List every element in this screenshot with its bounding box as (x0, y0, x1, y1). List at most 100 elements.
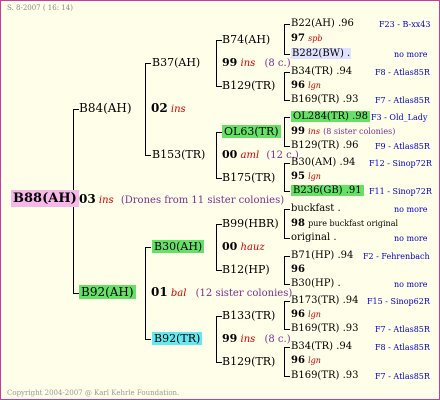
gen4-5-top-origin: no more (394, 205, 428, 214)
gen4-8-num: 96 (291, 355, 305, 366)
gen4-8-top-origin: F8 - Atlas85R (375, 343, 430, 352)
gen3-1-num: 99 (222, 56, 238, 69)
gen2-4-num: 99 (222, 332, 238, 345)
gen4-3-bot[interactable]: B129(TR) .96 (291, 139, 359, 152)
gen3-3-info: 00 aml (12 c.) (222, 148, 299, 162)
gen4-1-bot[interactable]: B282(BW) . (291, 47, 352, 60)
gen4-7-bot[interactable]: B169(TR) .93 (291, 322, 359, 335)
gen4-5-num: 98 (291, 218, 305, 229)
gen4-4-mark: lgn (308, 172, 321, 181)
gen4-1-top[interactable]: B22(AH) .96 (291, 17, 354, 30)
gen3-6-label: B12(HP) (222, 263, 270, 276)
gen4-6-top-origin: F2 - Fehrenbach (363, 252, 430, 261)
gen4-2-mark: lgn (308, 81, 321, 90)
gen2-node-4[interactable]: B92(TR) (152, 332, 203, 345)
gen4-8-top-label: B34(TR) .94 (291, 341, 353, 352)
gen4-5-top[interactable]: buckfast . (291, 202, 341, 215)
gen4-2-top[interactable]: B34(TR) .94 (291, 65, 352, 78)
pedigree-chart: S. 8-2007 ( 16: 14) B88(AH) 03 ins (Dron… (0, 0, 440, 400)
gen4-2-top-label: B34(TR) .94 (291, 66, 353, 77)
gen2-1-label: B37(AH) (152, 56, 201, 69)
gen4-2-bot-origin: F7 - Atlas85R (375, 96, 430, 105)
gen4-7-top[interactable]: B173(TR) .94 (291, 294, 359, 307)
gen4-8-bot[interactable]: B169(TR) .93 (291, 369, 359, 382)
gen3-node-3[interactable]: OL63(TR) (222, 125, 281, 138)
gen4-4-top-label: B30(AM) .94 (291, 157, 356, 168)
gen4-1-top-origin: F23 - B-xx43 (379, 20, 431, 29)
gen2-4-info: 99 ins (8 c.) (222, 332, 291, 346)
gen4-4-info: 95 lgn (291, 170, 321, 183)
copyright-footer: Copyright 2004-2007 @ Karl Kehrle Founda… (7, 389, 180, 397)
gen4-4-top-origin: F12 - Sinop72R (369, 159, 432, 168)
gen4-3-num: 99 (291, 126, 305, 137)
gen4-7-mark: lgn (308, 310, 321, 319)
gen2-node-3[interactable]: B30(AH) (152, 240, 205, 253)
gen4-1-bot-label: B282(BW) . (291, 48, 352, 59)
gen4-2-info: 96 lgn (291, 79, 321, 92)
gen3-node-4[interactable]: B175(TR) (222, 171, 275, 184)
gen4-7-top-label: B173(TR) .94 (291, 295, 359, 306)
root-num: 03 (79, 192, 96, 206)
gen4-5-top-label: buckfast . (291, 203, 341, 214)
gen3-1-label: B74(AH) (222, 33, 271, 46)
gen4-2-bot[interactable]: B169(TR) .93 (291, 93, 359, 106)
gen2-3-mark: hauz (240, 242, 265, 253)
gen4-5-bot[interactable]: original . (291, 231, 337, 244)
gen4-2-top-origin: F8 - Atlas85R (375, 68, 430, 77)
gen3-node-2[interactable]: B129(TR) (222, 79, 275, 92)
gen4-5-bot-origin: no more (394, 234, 428, 243)
gen4-7-top-origin: F15 - Sinop62R (367, 297, 430, 306)
gen3-3-label: OL63(TR) (222, 125, 281, 138)
gen4-4-bot-label: B236(GB) .91 (291, 185, 364, 196)
gen4-8-mark: lgn (308, 356, 321, 365)
gen4-6-info: 96 (291, 263, 305, 276)
gen3-2-label: B129(TR) (222, 79, 276, 92)
gen2-4-label: B92(TR) (152, 332, 203, 345)
gen2-3-num: 00 (222, 240, 238, 253)
gen2-node-2[interactable]: B153(TR) (152, 148, 205, 161)
root-info: 03 ins (Drones from 11 sister colonies) (79, 193, 284, 207)
gen1-a-mark: ins (170, 104, 186, 115)
gen3-3-mark: aml (240, 150, 260, 161)
gen4-7-num: 96 (291, 309, 305, 320)
gen3-4-label: B175(TR) (222, 171, 276, 184)
gen4-3-mark: ins (308, 127, 320, 136)
gen4-4-bot[interactable]: B236(GB) .91 (291, 184, 364, 197)
gen4-6-top[interactable]: B71(HP) .94 (291, 249, 353, 262)
gen4-8-top[interactable]: B34(TR) .94 (291, 340, 352, 353)
gen4-2-bot-label: B169(TR) .93 (291, 94, 359, 105)
gen4-5-note: pure buckfast original (308, 219, 399, 228)
gen3-node-8[interactable]: B129(TR) (222, 355, 275, 368)
gen3-node-1[interactable]: B74(AH) (222, 33, 270, 46)
gen4-8-bot-label: B169(TR) .93 (291, 370, 359, 381)
gen4-3-bot-label: B129(TR) .96 (291, 140, 359, 151)
root-node[interactable]: B88(AH) (11, 190, 79, 207)
gen1-b-mark: bal (170, 288, 187, 299)
gen1-a-info: 02 ins (151, 102, 186, 116)
gen3-node-7[interactable]: B133(TR) (222, 309, 275, 322)
gen2-node-1[interactable]: B37(AH) (152, 56, 200, 69)
gen2-3-info: 00 hauz (222, 240, 265, 254)
gen4-3-info: 99 ins (8 sister colonies) (291, 125, 395, 138)
gen3-5-label: B99(HBR) (222, 217, 279, 230)
gen4-6-bot[interactable]: B30(HP) . (291, 277, 341, 290)
gen4-1-bot-origin: no more (394, 50, 428, 59)
gen4-3-top-label: OL284(TR) .98 (291, 111, 371, 122)
gen4-8-bot-origin: F7 - Atlas85R (375, 372, 430, 381)
gen2-2-label: B153(TR) (152, 148, 206, 161)
gen1-node-b[interactable]: B92(AH) (79, 285, 136, 299)
gen3-node-5[interactable]: B99(HBR) (222, 217, 279, 230)
gen3-1-note: (8 c.) (264, 58, 291, 69)
gen4-5-info: 98 pure buckfast original (291, 217, 398, 230)
gen4-1-top-label: B22(AH) .96 (291, 18, 354, 29)
gen4-6-bot-origin: no more (394, 280, 428, 289)
gen3-7-label: B133(TR) (222, 309, 276, 322)
gen1-b-num: 01 (151, 285, 168, 299)
gen4-4-top[interactable]: B30(AM) .94 (291, 156, 355, 169)
gen4-5-bot-label: original . (291, 232, 337, 243)
gen3-node-6[interactable]: B12(HP) (222, 263, 270, 276)
root-note: (Drones from 11 sister colonies) (120, 195, 285, 206)
gen4-3-top[interactable]: OL284(TR) .98 (291, 110, 371, 123)
gen1-node-a[interactable]: B84(AH) (79, 102, 132, 115)
gen4-7-bot-origin: F7 - Atlas85R (375, 325, 430, 334)
